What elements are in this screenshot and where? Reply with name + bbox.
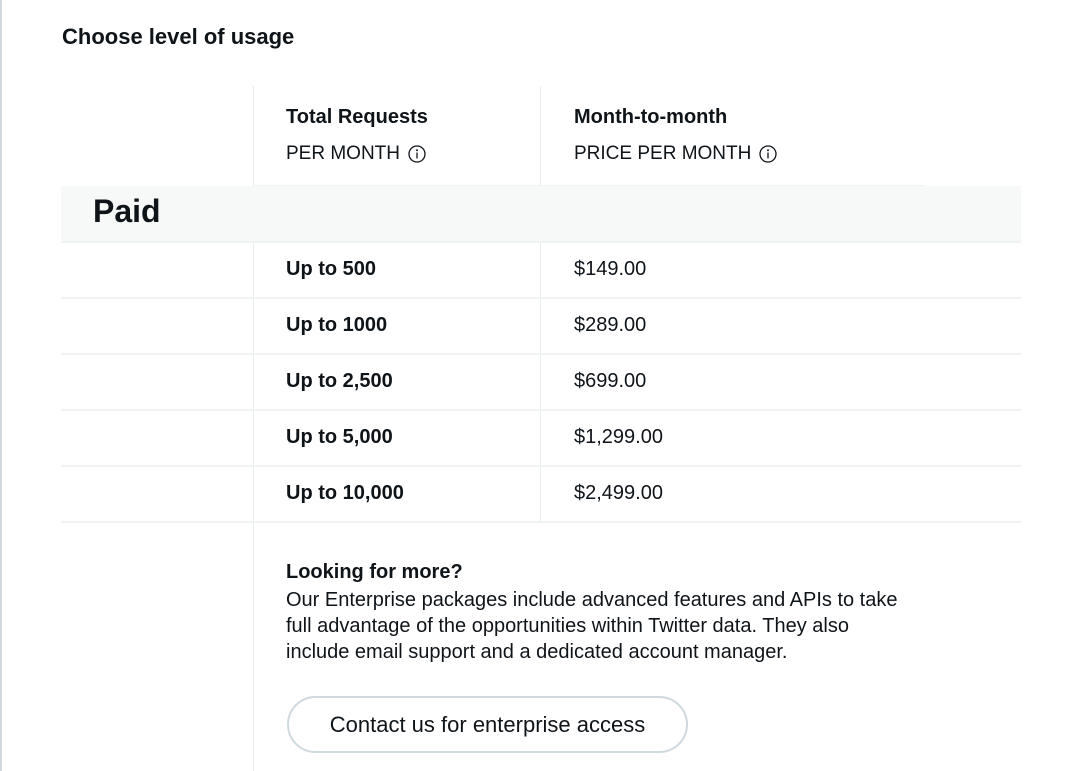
requests-column-subtitle-text: PER MONTH <box>286 143 400 164</box>
row-divider <box>61 297 1021 299</box>
info-icon[interactable] <box>408 145 426 163</box>
info-icon[interactable] <box>759 145 778 163</box>
row-price: $699.00 <box>574 370 647 392</box>
row-divider <box>61 241 1021 243</box>
price-column-subtitle-text: PRICE PER MONTH <box>574 143 752 164</box>
row-requests: Up to 500 <box>286 258 377 280</box>
requests-column-subtitle: PER MONTH <box>286 143 426 165</box>
row-price: $2,499.00 <box>574 482 663 504</box>
row-price: $289.00 <box>574 314 647 336</box>
row-requests: Up to 2,500 <box>286 370 393 392</box>
page-title: Choose level of usage <box>62 24 295 49</box>
row-divider <box>61 409 1021 411</box>
contact-enterprise-button-label: Contact us for enterprise access <box>329 711 646 737</box>
row-requests: Up to 1000 <box>286 314 388 336</box>
tier-band <box>61 186 1021 241</box>
enterprise-title: Looking for more? <box>286 561 463 583</box>
row-divider <box>61 521 1021 523</box>
row-divider <box>61 465 1021 467</box>
row-divider <box>61 353 1021 355</box>
row-requests: Up to 5,000 <box>286 426 393 448</box>
column-divider <box>253 242 254 771</box>
contact-enterprise-button[interactable]: Contact us for enterprise access <box>287 696 688 753</box>
row-price: $1,299.00 <box>574 426 663 448</box>
price-column-subtitle: PRICE PER MONTH <box>574 143 778 165</box>
enterprise-description: Our Enterprise packages include advanced… <box>286 589 898 663</box>
column-divider <box>540 86 541 186</box>
column-divider <box>253 86 254 186</box>
column-divider <box>540 242 541 522</box>
left-border <box>0 0 2 771</box>
requests-column-title: Total Requests <box>286 106 428 128</box>
price-column-title: Month-to-month <box>574 106 728 128</box>
row-price: $149.00 <box>574 258 647 280</box>
row-requests: Up to 10,000 <box>286 482 404 504</box>
tier-label: Paid <box>93 193 161 229</box>
